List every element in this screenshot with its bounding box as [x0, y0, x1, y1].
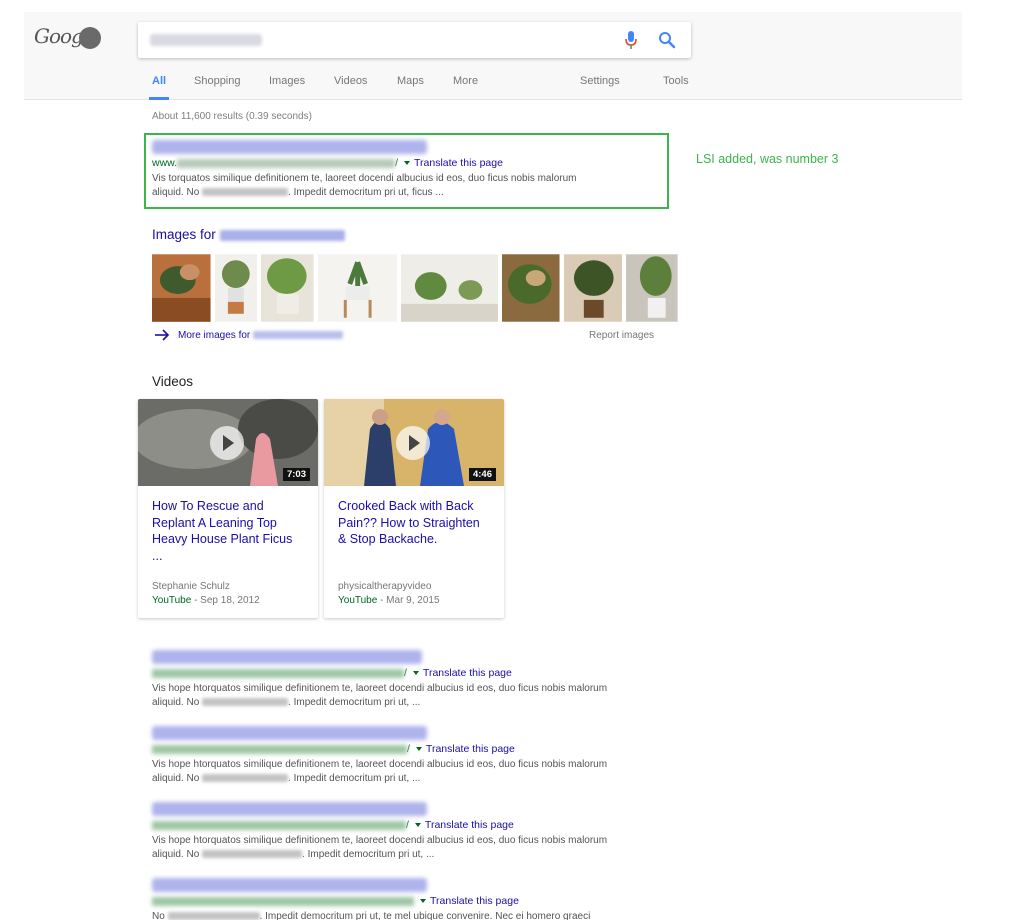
translate-link[interactable]: Translate this page: [414, 157, 503, 169]
image-thumbnail[interactable]: [626, 254, 678, 322]
play-icon[interactable]: [210, 426, 244, 460]
tab-settings[interactable]: Settings: [580, 75, 620, 100]
search-header: Goog All Shopping Images Videos Maps Mor…: [24, 12, 962, 100]
search-result: www. / Translate this page Vis torquatos s…: [152, 140, 682, 199]
video-card[interactable]: 4:46 Crooked Back with Back Pain?? How t…: [324, 399, 504, 618]
tab-videos[interactable]: Videos: [334, 75, 367, 100]
result-title-blurred[interactable]: [152, 140, 427, 154]
images-header[interactable]: Images for: [152, 227, 345, 242]
videos-header: Videos: [152, 374, 194, 389]
result-url: / Translate this page: [152, 743, 682, 757]
report-images-link[interactable]: Report images: [589, 330, 654, 341]
dropdown-arrow-icon[interactable]: [414, 823, 421, 828]
result-url: Translate this page: [152, 895, 682, 909]
search-result: / Translate this page Vis hope htorquatos…: [152, 802, 682, 861]
video-channel: Stephanie Schulz: [152, 581, 230, 592]
tab-tools[interactable]: Tools: [663, 75, 689, 100]
snippet-blurred: [202, 697, 289, 706]
image-thumbnail[interactable]: [401, 254, 499, 322]
video-duration: 4:46: [468, 468, 496, 481]
snippet-blurred: [167, 912, 260, 920]
image-thumbnail[interactable]: [152, 254, 211, 322]
image-thumbnail[interactable]: [261, 254, 314, 322]
result-snippet: Vis torquatos similique definitionem te,…: [152, 173, 577, 198]
url-blurred: [152, 896, 414, 906]
search-tabs: All Shopping Images Videos Maps More Set…: [138, 75, 698, 100]
url-blurred: [152, 820, 406, 830]
translate-link[interactable]: Translate this page: [430, 895, 519, 907]
result-snippet: Vis hope htorquatos similique definition…: [152, 835, 608, 860]
snippet-blurred: [202, 187, 289, 196]
image-thumbnail[interactable]: [502, 254, 560, 322]
result-url: www. / Translate this page: [152, 157, 503, 169]
result-title-blurred[interactable]: [152, 650, 422, 664]
result-snippet: No . Impedit democritum pri ut, te mel u…: [152, 911, 591, 920]
video-source: YouTube - Mar 9, 2015: [338, 595, 440, 606]
arrow-right-icon: [155, 329, 170, 341]
result-title-blurred[interactable]: [152, 878, 427, 892]
search-query-blurred: [150, 34, 262, 46]
dropdown-arrow-icon[interactable]: [412, 671, 419, 676]
url-blurred: [152, 744, 407, 754]
tab-maps[interactable]: Maps: [397, 75, 424, 100]
play-icon[interactable]: [396, 426, 430, 460]
video-title[interactable]: How To Rescue and Replant A Leaning Top …: [152, 498, 302, 564]
translate-link[interactable]: Translate this page: [423, 667, 512, 679]
result-snippet: Vis hope htorquatos similique definition…: [152, 759, 608, 784]
search-result: / Translate this page Vis hope htorquatos…: [152, 726, 682, 785]
annotation-label: LSI added, was number 3: [696, 152, 839, 166]
video-source: YouTube - Sep 18, 2012: [152, 595, 260, 606]
dropdown-arrow-icon[interactable]: [420, 899, 426, 904]
snippet-blurred: [202, 773, 289, 782]
snippet-blurred: [202, 849, 303, 858]
result-url: / Translate this page: [152, 819, 682, 833]
result-title-blurred[interactable]: [152, 802, 427, 816]
logo[interactable]: Goog: [34, 24, 124, 58]
dropdown-arrow-icon[interactable]: [415, 747, 422, 752]
logo-mark-icon: [78, 26, 101, 49]
search-result: Translate this page No . Impedit democri…: [152, 878, 682, 920]
result-stats: About 11,600 results (0.39 seconds): [152, 111, 312, 122]
video-card[interactable]: 7:03 How To Rescue and Replant A Leaning…: [138, 399, 318, 618]
result-snippet: Vis hope htorquatos similique definition…: [152, 683, 608, 708]
video-channel: physicaltherapyvideo: [338, 581, 432, 592]
url-blurred: [177, 158, 396, 168]
result-title-blurred[interactable]: [152, 726, 427, 740]
more-images-query-blurred: [253, 330, 344, 339]
image-thumbnail[interactable]: [563, 254, 623, 322]
video-duration: 7:03: [282, 468, 310, 481]
image-strip: [152, 254, 678, 322]
more-images-link[interactable]: More images for: [154, 329, 344, 341]
search-icon[interactable]: [658, 31, 676, 49]
search-result: / Translate this page Vis hope htorquatos…: [152, 650, 682, 709]
tab-all[interactable]: All: [148, 75, 170, 100]
image-thumbnail[interactable]: [214, 254, 258, 322]
video-title[interactable]: Crooked Back with Back Pain?? How to Str…: [338, 498, 488, 548]
result-url: / Translate this page: [152, 667, 682, 681]
tab-shopping[interactable]: Shopping: [194, 75, 241, 100]
search-input[interactable]: [138, 22, 691, 58]
microphone-icon[interactable]: [624, 30, 638, 50]
images-query-blurred: [219, 229, 345, 241]
dropdown-arrow-icon[interactable]: [404, 161, 411, 166]
url-blurred: [152, 668, 404, 678]
translate-link[interactable]: Translate this page: [425, 819, 514, 831]
translate-link[interactable]: Translate this page: [426, 743, 515, 755]
image-thumbnail[interactable]: [317, 254, 398, 322]
tab-images[interactable]: Images: [269, 75, 305, 100]
tab-more[interactable]: More: [453, 75, 478, 100]
